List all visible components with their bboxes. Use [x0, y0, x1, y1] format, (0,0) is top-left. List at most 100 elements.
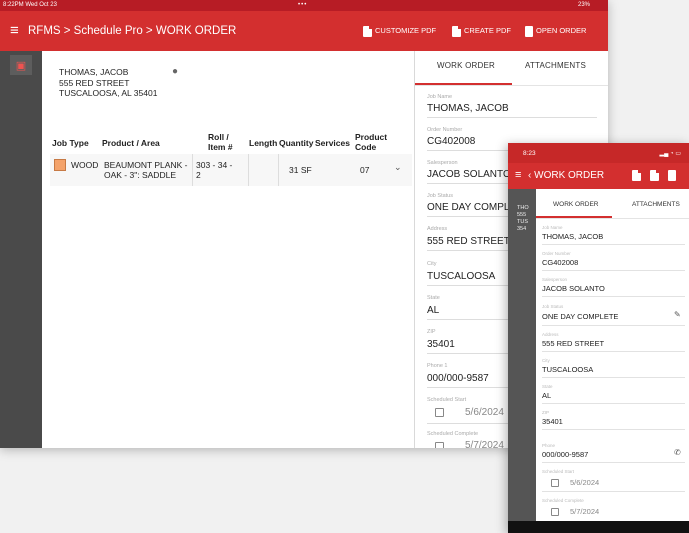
- state-label: State: [542, 384, 553, 389]
- document-icon: [525, 25, 533, 37]
- peek-text: 354: [517, 226, 527, 232]
- salesperson-label: Salesperson: [542, 277, 568, 282]
- state-field[interactable]: AL: [427, 305, 439, 316]
- calendar-icon[interactable]: [551, 479, 559, 487]
- address-field[interactable]: 555 RED STREET: [427, 236, 510, 247]
- salesperson-label: Salesperson: [427, 160, 458, 166]
- header-job-type: Job Type: [52, 138, 89, 148]
- phone-field[interactable]: 000/000-9587: [427, 373, 489, 384]
- phone-field[interactable]: 000/000-9587: [542, 450, 588, 459]
- phone-title-text: WORK ORDER: [534, 170, 605, 181]
- order-number-field[interactable]: CG402008: [542, 258, 578, 267]
- phone-label: Phone 1: [427, 363, 448, 369]
- back-chevron-icon: ‹: [528, 170, 532, 181]
- zip-label: ZIP: [542, 410, 550, 415]
- header-length: Length: [249, 138, 278, 148]
- city-field[interactable]: TUSCALOOSA: [427, 271, 495, 282]
- signal-wifi-battery-icon: ▂▄ ◔ ▭: [659, 151, 682, 157]
- address-label: Address: [427, 226, 448, 232]
- salesperson-field[interactable]: JACOB SOLANTO: [542, 284, 605, 293]
- field-underline: [542, 296, 685, 297]
- tab-divider: [415, 85, 608, 86]
- customize-pdf-label: CUSTOMIZE PDF: [375, 26, 437, 35]
- status-time: 8:22PM Wed Oct 23: [3, 2, 57, 8]
- menu-icon[interactable]: ≡: [10, 23, 19, 39]
- column-divider: [278, 154, 279, 186]
- customer-address: THOMAS, JACOB 555 RED STREET TUSCALOOSA,…: [59, 67, 157, 99]
- open-order-button[interactable]: OPEN ORDER: [525, 25, 586, 37]
- calendar-icon[interactable]: ▣: [10, 55, 32, 75]
- field-underline: [542, 429, 685, 430]
- city-field[interactable]: TUSCALOOSA: [542, 365, 593, 374]
- customer-city-state: TUSCALOOSA, AL 35401: [59, 88, 158, 98]
- peek-text: THO: [517, 205, 529, 211]
- customize-pdf-icon[interactable]: [632, 170, 641, 181]
- column-divider: [248, 154, 249, 186]
- calendar-icon[interactable]: [551, 508, 559, 516]
- side-rail: ▣: [0, 51, 42, 448]
- calendar-icon[interactable]: [435, 442, 444, 448]
- color-swatch: [54, 159, 66, 171]
- job-name-field[interactable]: THOMAS, JACOB: [542, 232, 603, 241]
- address-label: Address: [542, 332, 559, 337]
- phone-window: 8:23 ▂▄ ◔ ▭ ≡ ‹ WORK ORDER THO 555 TUS 3…: [508, 143, 689, 533]
- scheduled-start-label: Scheduled Start: [542, 469, 575, 474]
- field-underline: [542, 325, 685, 326]
- phone-icon[interactable]: ✆: [674, 448, 681, 457]
- tab-work-order[interactable]: WORK ORDER: [553, 201, 599, 208]
- column-divider: [192, 154, 193, 186]
- menu-icon[interactable]: ≡: [515, 169, 521, 181]
- tab-attachments[interactable]: ATTACHMENTS: [632, 201, 680, 208]
- create-pdf-label: CREATE PDF: [464, 26, 511, 35]
- state-label: State: [427, 295, 440, 301]
- address-field[interactable]: 555 RED STREET: [542, 339, 604, 348]
- phone-work-order-form: WORK ORDER ATTACHMENTS Job Name THOMAS, …: [536, 189, 689, 533]
- scheduled-start-field[interactable]: 5/6/2024: [570, 478, 599, 487]
- field-underline: [427, 117, 597, 118]
- zip-label: ZIP: [427, 329, 436, 335]
- pencil-icon[interactable]: ✎: [674, 310, 681, 319]
- open-order-label: OPEN ORDER: [536, 26, 587, 35]
- zip-field[interactable]: 35401: [542, 417, 563, 426]
- header-services: Services: [315, 138, 350, 148]
- tab-attachments[interactable]: ATTACHMENTS: [525, 61, 586, 70]
- job-name-label: Job Name: [542, 225, 563, 230]
- create-pdf-button[interactable]: CREATE PDF: [452, 25, 511, 37]
- customer-street: 555 RED STREET: [59, 77, 130, 88]
- customer-name: THOMAS, JACOB: [59, 67, 129, 77]
- salesperson-field[interactable]: JACOB SOLANTO: [427, 169, 511, 180]
- battery-level: 23%: [577, 2, 590, 8]
- order-number-label: Order Number: [427, 127, 463, 133]
- state-field[interactable]: AL: [542, 391, 551, 400]
- tablet-status-bar: 8:22PM Wed Oct 23 ••• 23%: [0, 0, 608, 11]
- scheduled-start-field[interactable]: 5/6/2024: [465, 407, 504, 418]
- screenshot-stage: 8:22PM Wed Oct 23 ••• 23% ≡ RFMS > Sched…: [0, 0, 689, 533]
- field-underline: [542, 403, 685, 404]
- tab-divider: [536, 218, 689, 219]
- scheduled-complete-field[interactable]: 5/7/2024: [570, 507, 599, 516]
- customize-pdf-icon: [363, 25, 372, 37]
- customize-pdf-button[interactable]: CUSTOMIZE PDF: [363, 25, 436, 37]
- scheduled-complete-field[interactable]: 5/7/2024: [465, 440, 504, 448]
- row-job-type: WOOD: [71, 160, 99, 170]
- job-status-field[interactable]: ONE DAY COMPLETE: [542, 312, 618, 321]
- job-status-label: Job Status: [427, 193, 453, 199]
- tab-work-order[interactable]: WORK ORDER: [437, 61, 495, 70]
- calendar-icon[interactable]: [435, 408, 444, 417]
- pdf-icon: [452, 25, 461, 37]
- header-quantity: Quantity: [279, 138, 314, 148]
- location-pin-icon[interactable]: ●: [172, 66, 178, 77]
- pdf-icon[interactable]: [650, 170, 659, 181]
- order-number-field[interactable]: CG402008: [427, 136, 475, 147]
- row-product-code: 07: [360, 165, 370, 175]
- phone-page-title[interactable]: ‹ WORK ORDER: [528, 170, 604, 181]
- phone-status-bar: 8:23 ▂▄ ◔ ▭: [508, 143, 689, 163]
- multitask-dots[interactable]: •••: [298, 0, 307, 11]
- row-roll: 303 - 34 - 2: [196, 160, 233, 180]
- document-icon[interactable]: [668, 170, 676, 181]
- header-roll-item: Roll / Item #: [208, 132, 233, 152]
- chevron-down-icon[interactable]: ⌄: [394, 162, 402, 173]
- job-name-field[interactable]: THOMAS, JACOB: [427, 103, 509, 114]
- zip-field[interactable]: 35401: [427, 339, 455, 350]
- breadcrumb: RFMS > Schedule Pro > WORK ORDER: [28, 25, 237, 37]
